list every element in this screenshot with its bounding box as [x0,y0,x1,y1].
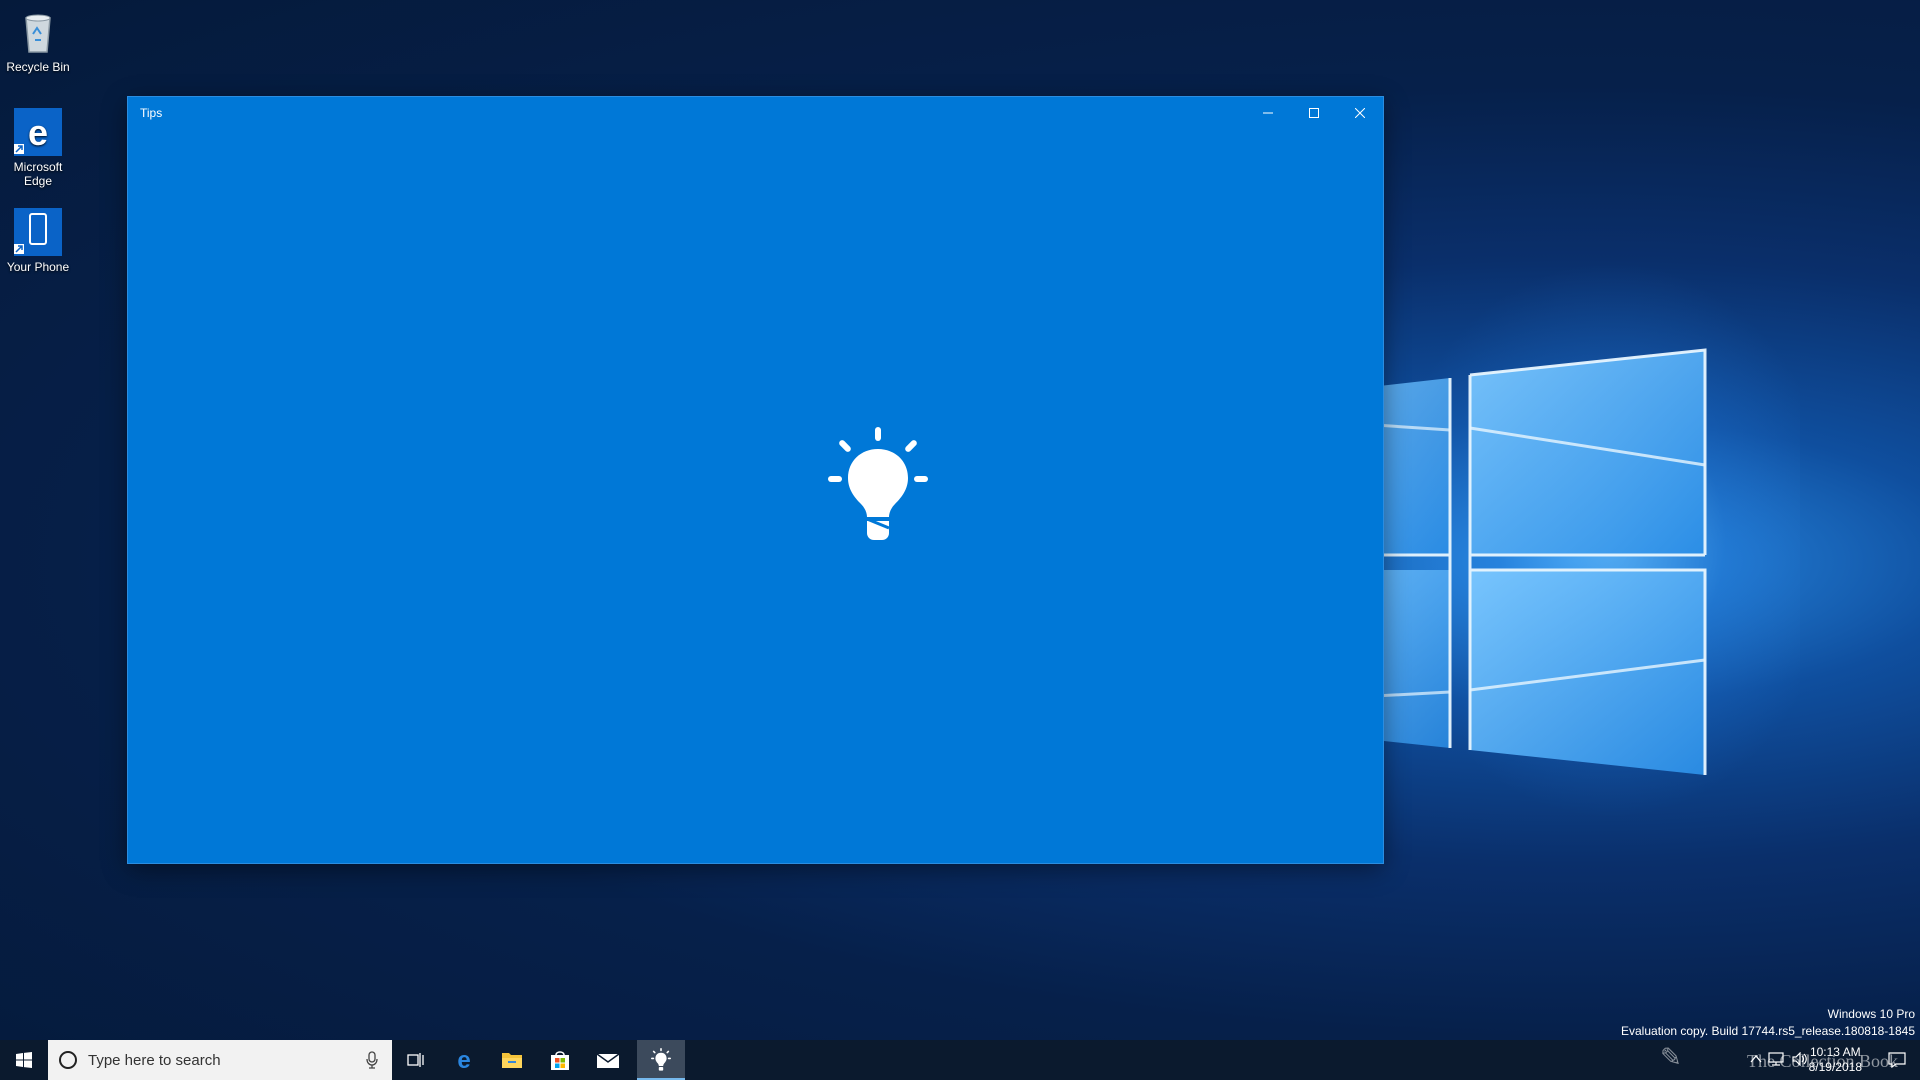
taskbar-store-button[interactable] [536,1040,584,1080]
window-title: Tips [140,106,163,120]
minimize-icon [1263,112,1273,114]
your-phone-icon [14,208,62,256]
search-input[interactable]: Type here to search [88,1052,221,1069]
collection-book-overlay: The Collection Book [1747,1051,1898,1071]
microphone-icon[interactable] [366,1051,378,1069]
taskbar: Type here to search e ✎ 10:13 AM 8/19/20… [0,1040,1920,1080]
window-titlebar[interactable]: Tips [128,97,1383,129]
close-button[interactable] [1337,97,1383,129]
store-icon [551,1051,569,1070]
desktop-icon-your-phone[interactable]: Your Phone [0,208,76,274]
task-view-icon [407,1053,424,1067]
maximize-icon [1309,108,1319,118]
watermark-edition: Windows 10 Pro [1827,1007,1915,1021]
desktop-icon-label: Your Phone [6,260,70,274]
close-icon [1355,108,1365,118]
desktop-icon-recycle-bin[interactable]: Recycle Bin [0,8,76,74]
watermark-build: Evaluation copy. Build 17744.rs5_release… [1621,1024,1915,1038]
svg-text:e: e [28,112,48,153]
task-view-button[interactable] [392,1040,440,1080]
taskbar-tips-button[interactable] [637,1040,685,1080]
edge-icon: e [457,1048,470,1072]
recycle-bin-icon [14,8,62,56]
tips-window: Tips [128,97,1383,863]
windows-start-icon [16,1052,32,1068]
windows-watermark: Windows 10 Pro Evaluation copy. Build 17… [1621,1006,1915,1040]
tips-icon [651,1048,671,1071]
desktop-icon-label: Recycle Bin [6,60,70,74]
desktop-icon-label-line1: Microsoft [13,160,63,174]
file-explorer-icon [502,1053,522,1068]
lightbulb-icon [828,427,928,540]
maximize-button[interactable] [1291,97,1337,129]
taskbar-mail-button[interactable] [584,1040,632,1080]
edge-icon: e [14,108,62,156]
start-button[interactable] [0,1040,48,1080]
taskbar-search-box[interactable]: Type here to search [48,1040,392,1080]
taskbar-edge-button[interactable]: e [440,1040,488,1080]
book-watermark-icon: ✎ [1660,1042,1682,1072]
cortana-icon [59,1051,77,1069]
desktop-icon-label-line2: Edge [23,174,53,188]
taskbar-file-explorer-button[interactable] [488,1040,536,1080]
mail-icon [596,1053,620,1068]
desktop-icon-microsoft-edge[interactable]: e Microsoft Edge [0,108,76,188]
svg-text:e: e [457,1048,470,1072]
minimize-button[interactable] [1245,97,1291,129]
